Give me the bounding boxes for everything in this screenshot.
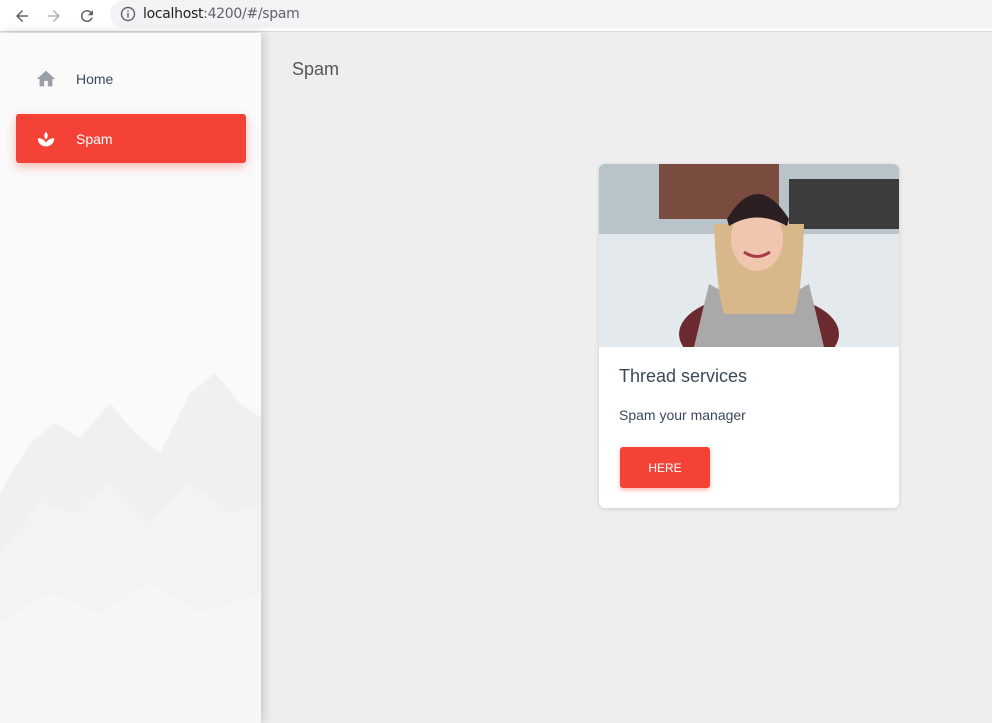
browser-toolbar: localhost:4200/#/spam: [0, 0, 992, 32]
here-button[interactable]: HERE: [620, 447, 710, 488]
sidebar-background-mountains: [0, 373, 261, 723]
url-path: :4200/#/spam: [203, 6, 300, 22]
reload-icon: [80, 10, 93, 23]
sidebar-item-spam[interactable]: Spam: [16, 114, 246, 163]
sidebar: Home Spam: [0, 33, 261, 723]
reload-button[interactable]: [75, 4, 99, 28]
page-title: Spam: [292, 59, 340, 79]
card-image-photo: [599, 164, 899, 347]
sidebar-item-home[interactable]: Home: [16, 54, 246, 103]
sidebar-item-label: Spam: [76, 130, 113, 147]
url-text[interactable]: localhost:4200/#/spam: [143, 6, 300, 22]
sidebar-item-label: Home: [76, 70, 114, 87]
arrow-right-icon: [48, 10, 60, 22]
arrow-left-icon: [16, 10, 28, 22]
card-title: Thread services: [619, 366, 748, 386]
spa-icon: [34, 127, 58, 151]
card-description: Spam your manager: [619, 407, 746, 423]
info-icon[interactable]: [120, 6, 136, 22]
url-host: localhost: [143, 6, 204, 22]
service-card: Thread services Spam your manager HERE: [599, 164, 899, 508]
back-button[interactable]: [10, 4, 34, 28]
forward-button[interactable]: [42, 4, 66, 28]
home-icon: [34, 67, 58, 91]
